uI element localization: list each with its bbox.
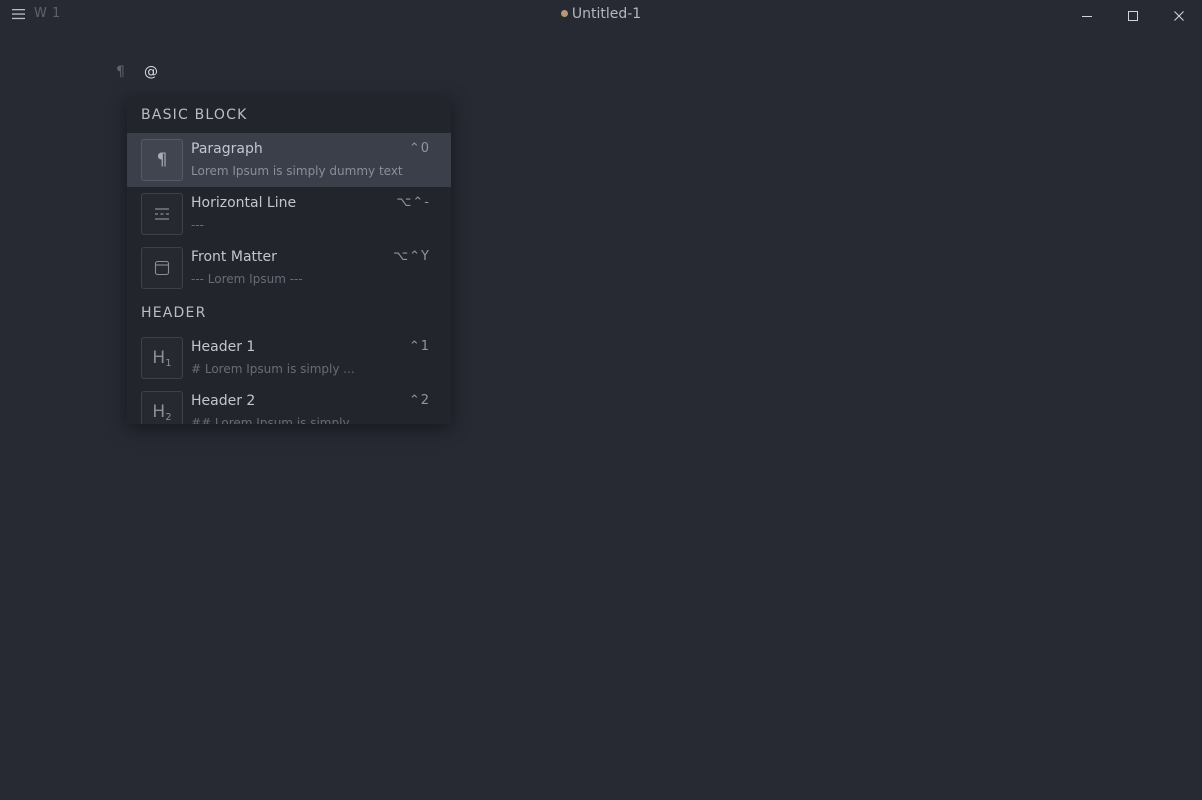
menu-item-header-1[interactable]: H1 Header 1 # Lorem Ipsum is simply ... …: [127, 331, 451, 385]
minimize-button[interactable]: [1064, 0, 1110, 32]
menu-item-description: Lorem Ipsum is simply dummy text: [191, 164, 403, 178]
maximize-icon: [1128, 11, 1138, 21]
unsaved-indicator: [560, 10, 568, 17]
menu-item-front-matter[interactable]: Front Matter --- Lorem Ipsum --- ⌥⌃Y: [127, 241, 451, 295]
document-title: Untitled-1: [0, 6, 1202, 22]
menu-item-title: Front Matter: [191, 249, 277, 265]
menu-item-description: --- Lorem Ipsum ---: [191, 272, 303, 286]
editor-text[interactable]: @: [144, 64, 158, 80]
menu-item-shortcut: ⌃2: [408, 393, 430, 408]
menu-item-horizontal-line[interactable]: Horizontal Line --- ⌥⌃-: [127, 187, 451, 241]
front-matter-icon: [141, 247, 183, 289]
close-button[interactable]: [1156, 0, 1202, 32]
paragraph-icon: ¶: [141, 139, 183, 181]
close-icon: [1174, 11, 1184, 21]
editor-line[interactable]: ¶ @: [116, 62, 158, 82]
menu-item-description: ## Lorem Ipsum is simply ...: [191, 416, 365, 424]
section-header-basic-block: BASIC BLOCK: [141, 107, 248, 123]
menu-item-paragraph[interactable]: ¶ Paragraph Lorem Ipsum is simply dummy …: [127, 133, 451, 187]
section-header-header: HEADER: [141, 305, 207, 321]
menu-item-shortcut: ⌥⌃Y: [393, 249, 430, 264]
menu-item-shortcut: ⌃1: [408, 339, 430, 354]
paragraph-marker-icon: ¶: [116, 64, 125, 80]
menu-item-description: # Lorem Ipsum is simply ...: [191, 362, 355, 376]
header-1-icon: H1: [141, 337, 183, 379]
menu-item-title: Header 1: [191, 339, 256, 355]
menu-item-title: Header 2: [191, 393, 256, 409]
menu-item-title: Paragraph: [191, 141, 263, 157]
horizontal-line-icon: [141, 193, 183, 235]
minimize-icon: [1082, 16, 1092, 17]
quick-insert-menu: BASIC BLOCK ¶ Paragraph Lorem Ipsum is s…: [127, 97, 451, 424]
menu-item-shortcut: ⌥⌃-: [396, 195, 430, 210]
menu-item-description: ---: [191, 218, 204, 232]
header-2-icon: H2: [141, 391, 183, 424]
title-bar: W 1 Untitled-1: [0, 0, 1202, 32]
menu-item-header-2[interactable]: H2 Header 2 ## Lorem Ipsum is simply ...…: [127, 385, 451, 424]
menu-item-shortcut: ⌃0: [408, 141, 430, 156]
menu-item-title: Horizontal Line: [191, 195, 297, 211]
document-title-text: Untitled-1: [571, 6, 642, 22]
maximize-button[interactable]: [1110, 0, 1156, 32]
